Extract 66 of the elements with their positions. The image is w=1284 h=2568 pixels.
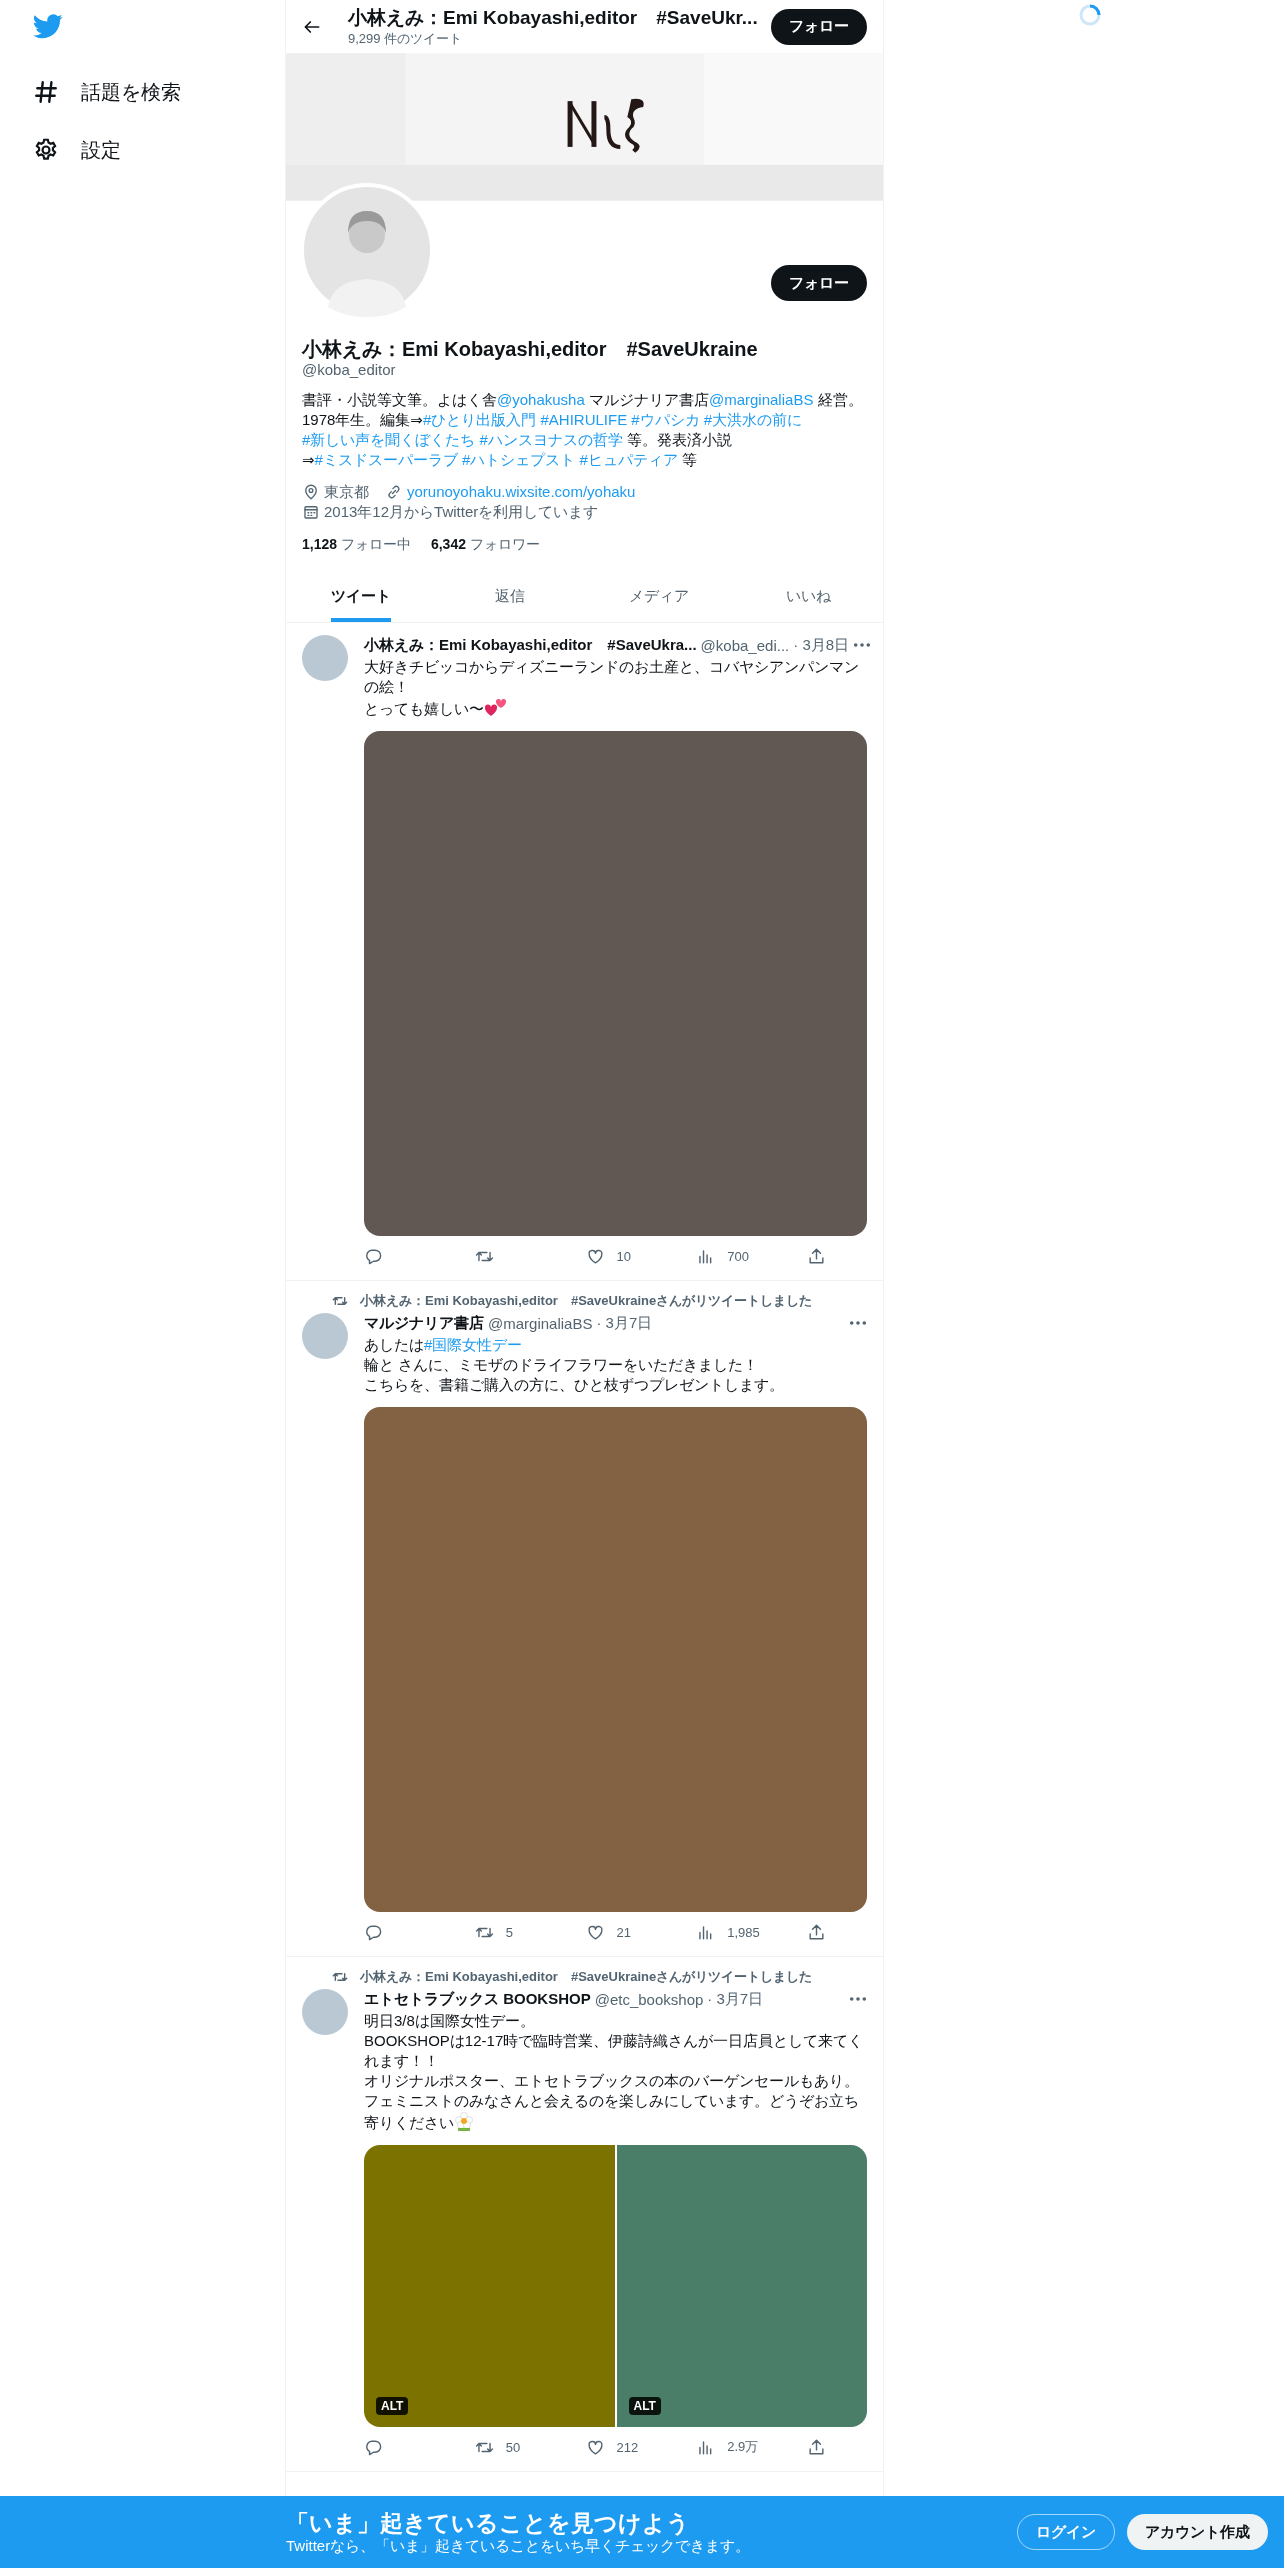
author-name: エトセトラブックス BOOKSHOP	[364, 1989, 591, 2009]
share-icon[interactable]	[807, 2437, 826, 2457]
profile-title: 小林えみ：Emi Kobayashi,editor #SaveUkr...	[348, 5, 759, 30]
retweet-label: 小林えみ：Emi Kobayashi,editor #SaveUkraineさんがリツイートしました	[360, 1968, 813, 1986]
sidebar-item[interactable]: 話題を検索	[33, 63, 181, 121]
tweet-date: · 3月7日	[707, 1989, 764, 2009]
flower-emoji-icon	[454, 2111, 474, 2131]
banner-title: 「いま」起きていることを見つけよう	[286, 2508, 691, 2537]
settings-icon	[33, 137, 59, 163]
tweet-date: · 3月8日	[793, 635, 850, 655]
join-date: 2013年12月からTwitterを利用しています	[324, 502, 599, 522]
action-count: 212	[616, 2439, 639, 2455]
alt-badge[interactable]: ALT	[376, 2397, 409, 2415]
follow-button[interactable]: フォロー	[771, 265, 867, 301]
image-placeholder[interactable]: ALT	[616, 2145, 867, 2427]
image-placeholder[interactable]: ALT	[364, 2145, 615, 2427]
reply-icon[interactable]	[364, 2437, 383, 2457]
share-icon[interactable]	[807, 1246, 826, 1266]
action-count: 21	[616, 1924, 631, 1940]
display-name: 小林えみ：Emi Kobayashi,editor #SaveUkraine	[302, 337, 759, 361]
calendar-icon	[302, 503, 320, 521]
action-count: 700	[727, 1248, 749, 1264]
profile-tab[interactable]: いいね	[733, 570, 883, 622]
hearts-emoji-icon	[484, 697, 508, 717]
author-handle: @marginaliaBS	[488, 1314, 593, 1332]
action-count: 50	[505, 2439, 521, 2455]
tweet-text: 大好きチビッコからディズニーランドのお土産と、コバヤシアンパンマンの絵！ とっても嬉しい〜	[364, 657, 860, 719]
profile-tab[interactable]: 返信	[435, 570, 585, 622]
loading-spinner-icon	[1078, 3, 1102, 27]
author-name: マルジナリア書店	[364, 1313, 484, 1333]
reply-icon[interactable]	[364, 1922, 383, 1942]
followers-link[interactable]: 6,342 フォロワー	[430, 536, 540, 554]
profile-tab[interactable]: メディア	[584, 570, 734, 622]
sidebar-item[interactable]: 設定	[33, 121, 121, 179]
banner-subtitle: Twitterなら、「いま」起きていることをいち早くチェックできます。	[286, 2536, 751, 2556]
action-count: 10	[616, 1248, 631, 1264]
avatar	[302, 635, 348, 681]
bird-logo-icon	[33, 14, 63, 39]
alt-badge[interactable]: ALT	[628, 2397, 661, 2415]
profile-tab[interactable]: ツイート	[286, 570, 436, 622]
action-count: 5	[505, 1924, 513, 1940]
avatar	[302, 1313, 348, 1359]
author-handle: @etc_bookshop	[594, 1990, 704, 2008]
more-icon	[849, 1996, 867, 2002]
action-count: 2.9万	[727, 2438, 759, 2456]
bio-text: 書評・小説等文筆。よはく舎@yohakusha マルジナリア書店@marginaliaBS 経営。1978年生。編集⇒#ひとり出版入門 #AHIRULIFE #ウパシカ #大洪水の前に #新しい声を聞くぼくたち #ハンスヨナスの哲学 等。発表済小説⇒#ミスドスーパーラブ #ハトシェプスト #ヒュパティア 等	[302, 390, 864, 470]
tweet-text: あしたは#国際女性デー 輪と さんに、ミモザのドライフラワーをいただきました！ こちらを、書籍ご購入の方に、ひと枝ずつプレゼントします。	[364, 1335, 785, 1395]
hashtag-icon	[33, 79, 59, 105]
username: @koba_editor	[302, 361, 397, 378]
tweet-date: · 3月7日	[596, 1313, 653, 1333]
location-text: 東京都	[324, 482, 369, 502]
tweet-text: 明日3/8は国際女性デー。 BOOKSHOPは12-17時で臨時営業、伊藤詩織さんが一日店員として来てくれます！！ オリジナルポスター、エトセトラブックスの本のバーゲンセールもあり。 フェミニストのみなさんと会えるのを楽しみにしています。どうぞお立ち寄りください	[364, 2011, 865, 2133]
following-link[interactable]: 1,128 フォロー中	[302, 536, 411, 554]
author-name: 小林えみ：Emi Kobayashi,editor #SaveUkra...	[364, 635, 697, 655]
follow-button[interactable]: フォロー	[771, 8, 867, 45]
more-icon	[849, 1320, 867, 1326]
share-icon[interactable]	[807, 1922, 826, 1942]
author-handle: @koba_edi...	[700, 636, 790, 654]
tweet-count: 9,299 件のツイート	[348, 29, 464, 48]
action-count: 1,985	[727, 1924, 760, 1940]
avatar	[302, 1989, 348, 2035]
location-pin-icon	[302, 483, 320, 501]
retweet-label: 小林えみ：Emi Kobayashi,editor #SaveUkraineさんがリツイートしました	[360, 1292, 813, 1310]
more-icon	[853, 642, 872, 648]
signup-button[interactable]: アカウント作成	[1127, 2514, 1268, 2550]
reply-icon[interactable]	[364, 1246, 383, 1266]
